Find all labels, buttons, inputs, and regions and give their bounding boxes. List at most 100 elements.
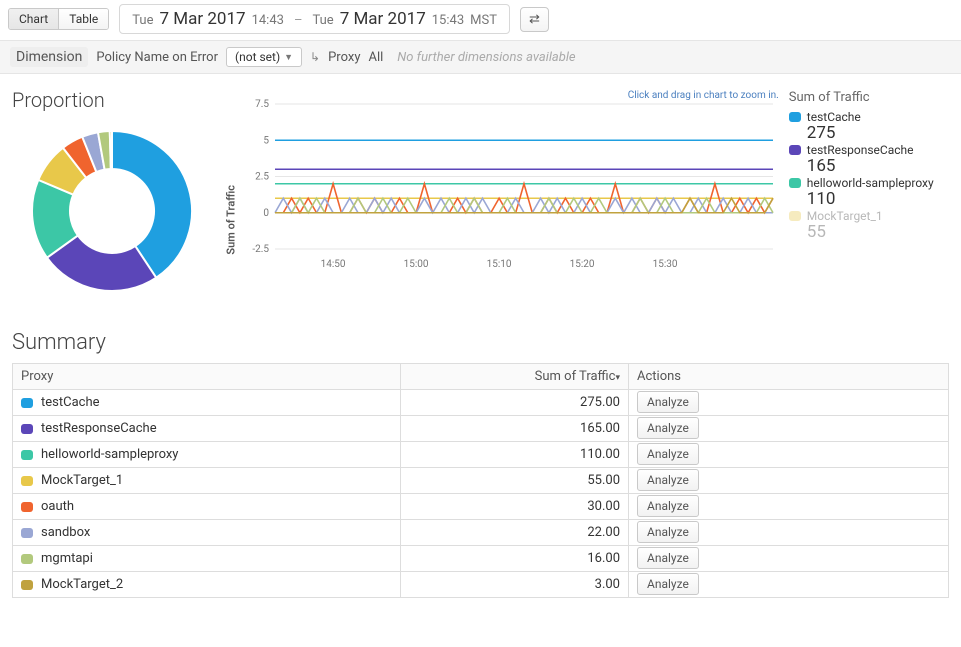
- col-actions: Actions: [629, 364, 949, 390]
- legend-label: testResponseCache: [807, 143, 914, 157]
- row-swatch: [21, 502, 33, 512]
- proportion-donut-chart[interactable]: [12, 116, 212, 296]
- row-sum: 55.00: [401, 468, 629, 494]
- analyze-button[interactable]: Analyze: [637, 521, 699, 543]
- col-sum[interactable]: Sum of Traffic▾: [401, 364, 629, 390]
- svg-text:2.5: 2.5: [255, 172, 269, 183]
- row-sum: 110.00: [401, 442, 629, 468]
- row-sum: 275.00: [401, 390, 629, 416]
- to-time: 15:43: [432, 13, 464, 28]
- summary-title: Summary: [12, 330, 949, 355]
- tab-chart[interactable]: Chart: [9, 9, 58, 29]
- refresh-button[interactable]: ⇄: [520, 7, 549, 32]
- sort-desc-icon: ▾: [615, 373, 620, 383]
- row-swatch: [21, 476, 33, 486]
- row-swatch: [21, 580, 33, 590]
- row-proxy-name: testResponseCache: [41, 421, 157, 436]
- row-swatch: [21, 528, 33, 538]
- row-swatch: [21, 398, 33, 408]
- traffic-legend: Sum of Traffic testCache275testResponseC…: [789, 90, 949, 241]
- row-proxy-name: sandbox: [41, 525, 90, 540]
- table-row: MockTarget_2 3.00 Analyze: [13, 572, 949, 598]
- legend-value: 55: [789, 224, 949, 241]
- analyze-button[interactable]: Analyze: [637, 573, 699, 595]
- proportion-title: Proportion: [12, 88, 229, 112]
- dimension-crumb-all[interactable]: All: [368, 50, 383, 65]
- legend-swatch: [789, 211, 801, 221]
- table-row: testCache275.00Analyze: [13, 390, 949, 416]
- row-swatch: [21, 554, 33, 564]
- row-sum: 165.00: [401, 416, 629, 442]
- traffic-line-chart[interactable]: -2.502.557.514:5015:0015:1015:2015:30: [239, 90, 779, 275]
- svg-text:15:30: 15:30: [652, 259, 677, 270]
- analyze-button[interactable]: Analyze: [637, 495, 699, 517]
- chevron-down-icon: ▼: [284, 52, 293, 63]
- dimension-label: Dimension: [10, 47, 88, 67]
- row-proxy-name: helloworld-sampleproxy: [41, 447, 178, 462]
- table-row: helloworld-sampleproxy 110.00 Analyze: [13, 442, 949, 468]
- row-proxy-name: mgmtapi: [41, 551, 93, 566]
- range-separator: –: [290, 13, 307, 28]
- svg-text:5: 5: [263, 135, 269, 146]
- svg-text:14:50: 14:50: [320, 259, 345, 270]
- legend-value: 110: [789, 191, 949, 208]
- legend-title: Sum of Traffic: [789, 90, 949, 105]
- from-time: 14:43: [252, 13, 284, 28]
- dimension-bar: Dimension Policy Name on Error (not set)…: [0, 40, 961, 74]
- summary-section: Summary Proxy Sum of Traffic▾ Actions te…: [0, 300, 961, 618]
- legend-swatch: [789, 112, 801, 122]
- svg-text:0: 0: [263, 208, 269, 219]
- from-date: 7 Mar 2017: [160, 9, 246, 29]
- row-proxy-name: oauth: [41, 499, 74, 514]
- refresh-icon: ⇄: [529, 12, 540, 27]
- proportion-block: Proportion: [12, 84, 229, 300]
- series-line[interactable]: [275, 198, 773, 213]
- timezone: MST: [470, 13, 497, 28]
- row-sum: 22.00: [401, 520, 629, 546]
- row-swatch: [21, 450, 33, 460]
- to-dow: Tue: [312, 13, 333, 28]
- legend-value: 275: [789, 125, 949, 142]
- table-row: mgmtapi 16.00 Analyze: [13, 546, 949, 572]
- tab-table[interactable]: Table: [58, 9, 108, 29]
- to-date: 7 Mar 2017: [340, 9, 426, 29]
- y-axis-label: Sum of Traffic: [224, 185, 237, 255]
- row-sum: 30.00: [401, 494, 629, 520]
- analyze-button[interactable]: Analyze: [637, 443, 699, 465]
- legend-label: helloworld-sampleproxy: [807, 176, 934, 190]
- legend-value: 165: [789, 158, 949, 175]
- analyze-button[interactable]: Analyze: [637, 391, 699, 413]
- series-line[interactable]: [275, 198, 773, 213]
- svg-text:15:20: 15:20: [569, 259, 594, 270]
- date-range-picker[interactable]: Tue 7 Mar 2017 14:43 – Tue 7 Mar 2017 15…: [119, 4, 510, 34]
- dimension-filter-dropdown[interactable]: (not set) ▼: [226, 47, 302, 67]
- dimension-crumb-policy[interactable]: Policy Name on Error: [96, 50, 218, 65]
- table-row: oauth 30.00 Analyze: [13, 494, 949, 520]
- row-proxy-name: MockTarget_2: [41, 577, 123, 592]
- table-row: testResponseCache 165.00 Analyze: [13, 416, 949, 442]
- analyze-button[interactable]: Analyze: [637, 547, 699, 569]
- row-swatch: [21, 424, 33, 434]
- charts-row: Proportion Click and drag in chart to zo…: [0, 74, 961, 300]
- col-proxy[interactable]: Proxy: [13, 364, 401, 390]
- legend-label: MockTarget_1: [807, 209, 883, 223]
- series-line[interactable]: [275, 198, 773, 213]
- row-sum: 16.00: [401, 546, 629, 572]
- svg-text:7.5: 7.5: [255, 99, 269, 110]
- summary-table: Proxy Sum of Traffic▾ Actions testCache2…: [12, 363, 949, 598]
- table-row: MockTarget_1 55.00 Analyze: [13, 468, 949, 494]
- zoom-hint: Click and drag in chart to zoom in.: [628, 90, 779, 101]
- row-proxy-name: MockTarget_1: [41, 473, 123, 488]
- legend-label: testCache: [807, 110, 861, 124]
- analyze-button[interactable]: Analyze: [637, 417, 699, 439]
- analyze-button[interactable]: Analyze: [637, 469, 699, 491]
- col-sum-label: Sum of Traffic: [535, 369, 616, 384]
- donut-slice[interactable]: [110, 131, 112, 169]
- view-toolbar: Chart Table Tue 7 Mar 2017 14:43 – Tue 7…: [0, 0, 961, 40]
- row-sum: 3.00: [401, 572, 629, 598]
- table-row: sandbox 22.00 Analyze: [13, 520, 949, 546]
- svg-text:15:10: 15:10: [486, 259, 511, 270]
- view-toggle: Chart Table: [8, 8, 109, 30]
- dimension-crumb-proxy[interactable]: Proxy: [328, 50, 360, 65]
- svg-text:15:00: 15:00: [403, 259, 428, 270]
